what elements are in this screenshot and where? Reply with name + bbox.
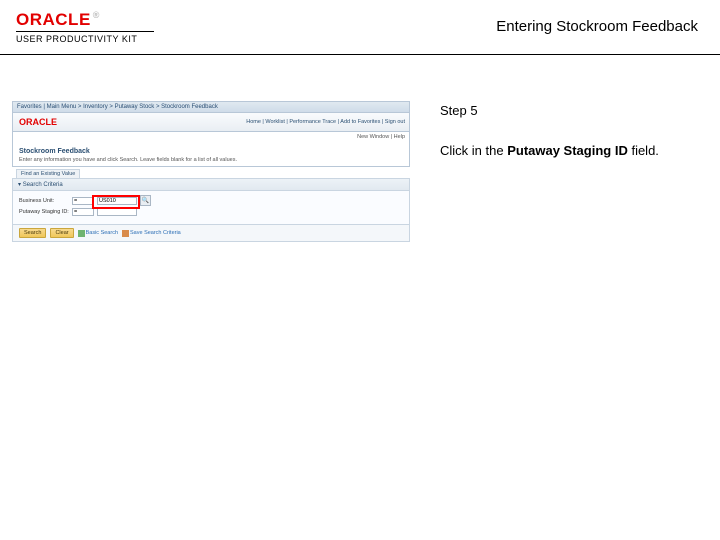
input-putaway-staging-id[interactable] bbox=[97, 208, 137, 216]
app-mock: Favorites | Main Menu > Inventory > Puta… bbox=[12, 101, 410, 242]
save-search-link[interactable]: Save Search Criteria bbox=[122, 230, 181, 237]
lookup-icon[interactable]: 🔍 bbox=[140, 195, 151, 206]
row-putaway-staging-id: Putaway Staging ID: bbox=[19, 208, 403, 216]
input-business-unit[interactable] bbox=[97, 197, 137, 205]
screenshot-pane: Favorites | Main Menu > Inventory > Puta… bbox=[0, 55, 428, 242]
content-area: Favorites | Main Menu > Inventory > Puta… bbox=[0, 55, 720, 242]
save-search-icon bbox=[122, 230, 129, 237]
search-buttons: Search Clear Basic Search Save Search Cr… bbox=[13, 224, 409, 241]
clear-button[interactable]: Clear bbox=[50, 228, 73, 238]
op-putaway-staging-id[interactable] bbox=[72, 208, 94, 216]
label-putaway-staging-id: Putaway Staging ID: bbox=[19, 209, 69, 215]
trademark-symbol: ® bbox=[93, 10, 100, 20]
brand-text: ORACLE bbox=[16, 10, 91, 29]
page-title: Entering Stockroom Feedback bbox=[496, 18, 698, 35]
breadcrumb: Favorites | Main Menu > Inventory > Puta… bbox=[12, 101, 410, 112]
save-search-label: Save Search Criteria bbox=[130, 230, 181, 236]
basic-search-icon bbox=[78, 230, 85, 237]
section-title: Stockroom Feedback bbox=[12, 144, 410, 156]
top-nav-links: Home | Worklist | Performance Trace | Ad… bbox=[246, 119, 409, 125]
tab-find-existing[interactable]: Find an Existing Value bbox=[16, 169, 80, 178]
step-number: Step 5 bbox=[440, 101, 720, 121]
basic-search-link[interactable]: Basic Search bbox=[78, 230, 118, 237]
label-business-unit: Business Unit: bbox=[19, 198, 69, 204]
window-help-links: New Window | Help bbox=[12, 132, 410, 144]
instr-bold: Putaway Staging ID bbox=[507, 143, 628, 158]
op-business-unit[interactable] bbox=[72, 197, 94, 205]
tab-row: Find an Existing Value bbox=[12, 167, 410, 178]
app-brand: ORACLE bbox=[13, 117, 63, 127]
panel-body: Business Unit: 🔍 Putaway Staging ID: bbox=[13, 191, 409, 224]
upk-subbrand: USER PRODUCTIVITY KIT bbox=[16, 31, 154, 44]
instr-suffix: field. bbox=[628, 143, 659, 158]
instr-prefix: Click in the bbox=[440, 143, 507, 158]
basic-search-label: Basic Search bbox=[86, 230, 118, 236]
app-topbar: ORACLE Home | Worklist | Performance Tra… bbox=[12, 112, 410, 132]
page-header: ORACLE® USER PRODUCTIVITY KIT Entering S… bbox=[0, 0, 720, 55]
panel-header: Search Criteria bbox=[13, 179, 409, 191]
row-business-unit: Business Unit: 🔍 bbox=[19, 195, 403, 206]
search-panel: Search Criteria Business Unit: 🔍 Putaway… bbox=[12, 178, 410, 242]
instruction-text: Click in the Putaway Staging ID field. bbox=[440, 141, 720, 161]
search-button[interactable]: Search bbox=[19, 228, 46, 238]
oracle-logo: ORACLE® bbox=[16, 10, 100, 30]
section-description: Enter any information you have and click… bbox=[12, 156, 410, 167]
instruction-pane: Step 5 Click in the Putaway Staging ID f… bbox=[428, 55, 720, 242]
